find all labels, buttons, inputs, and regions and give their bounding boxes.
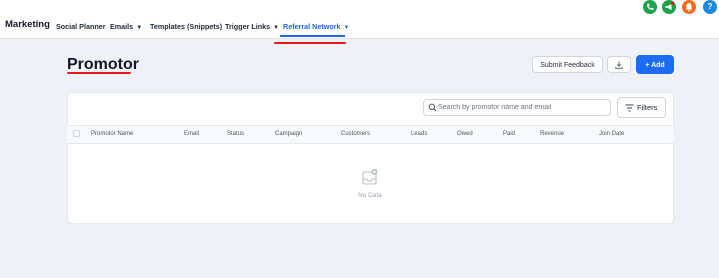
nav-item-label: Emails <box>110 22 134 31</box>
search-box[interactable] <box>423 99 611 116</box>
button-label: Submit Feedback <box>540 62 595 69</box>
annotation-underline <box>274 42 346 44</box>
download-button[interactable] <box>607 56 631 73</box>
column-header-owed[interactable]: Owed <box>457 131 473 137</box>
nav-item-label: Social Planner <box>56 22 106 31</box>
column-header-paid[interactable]: Paid <box>503 131 515 137</box>
nav-social-planner[interactable]: Social Planner <box>56 22 106 31</box>
column-header-promotor-name[interactable]: Promotor Name <box>91 131 133 137</box>
submit-feedback-button[interactable]: Submit Feedback <box>532 56 603 73</box>
nav-trigger-links[interactable]: Trigger Links ▼ <box>225 22 279 31</box>
column-header-customers[interactable]: Customers <box>341 131 370 137</box>
filter-icon <box>625 104 634 112</box>
nav-emails[interactable]: Emails ▼ <box>110 22 142 31</box>
megaphone-icon[interactable] <box>662 0 676 14</box>
download-icon <box>615 61 623 69</box>
column-header-email[interactable]: Email <box>184 131 199 137</box>
column-header-status[interactable]: Status <box>227 131 244 137</box>
chevron-down-icon: ▼ <box>273 25 280 31</box>
column-header-leads[interactable]: Leads <box>411 131 427 137</box>
filters-label: Filters <box>637 103 658 112</box>
select-all-checkbox[interactable] <box>73 130 80 137</box>
active-tab-indicator <box>280 35 345 37</box>
help-icon[interactable]: ? <box>703 0 717 14</box>
help-glyph: ? <box>707 2 713 11</box>
nav-templates-snippets[interactable]: Templates (Snippets) <box>150 22 222 31</box>
search-icon <box>428 103 437 112</box>
empty-inbox-icon <box>362 168 378 185</box>
add-button[interactable]: + Add <box>636 55 674 74</box>
nav-item-label: Trigger Links <box>225 22 271 31</box>
app-title: Marketing <box>5 19 50 30</box>
bell-icon[interactable] <box>682 0 696 14</box>
column-header-revenue[interactable]: Revenue <box>540 131 564 137</box>
button-label: + Add <box>645 62 665 69</box>
nav-item-label: Referral Network <box>283 22 341 31</box>
nav-referral-network[interactable]: Referral Network ▼ <box>283 22 349 31</box>
nav-item-label: Templates (Snippets) <box>150 22 223 31</box>
empty-state-text: No Data <box>358 192 382 199</box>
table-header <box>67 125 674 144</box>
filters-button[interactable]: Filters <box>617 97 666 118</box>
phone-icon[interactable] <box>643 0 657 14</box>
search-input[interactable] <box>438 102 608 113</box>
page-title: Promotor <box>67 56 139 73</box>
chevron-down-icon: ▼ <box>136 25 143 31</box>
chevron-down-icon: ▼ <box>343 25 350 31</box>
column-header-join-date[interactable]: Join Date <box>599 131 624 137</box>
column-header-campaign[interactable]: Campaign <box>275 131 302 137</box>
top-nav: Marketing Social Planner Emails ▼ Templat… <box>0 0 719 39</box>
